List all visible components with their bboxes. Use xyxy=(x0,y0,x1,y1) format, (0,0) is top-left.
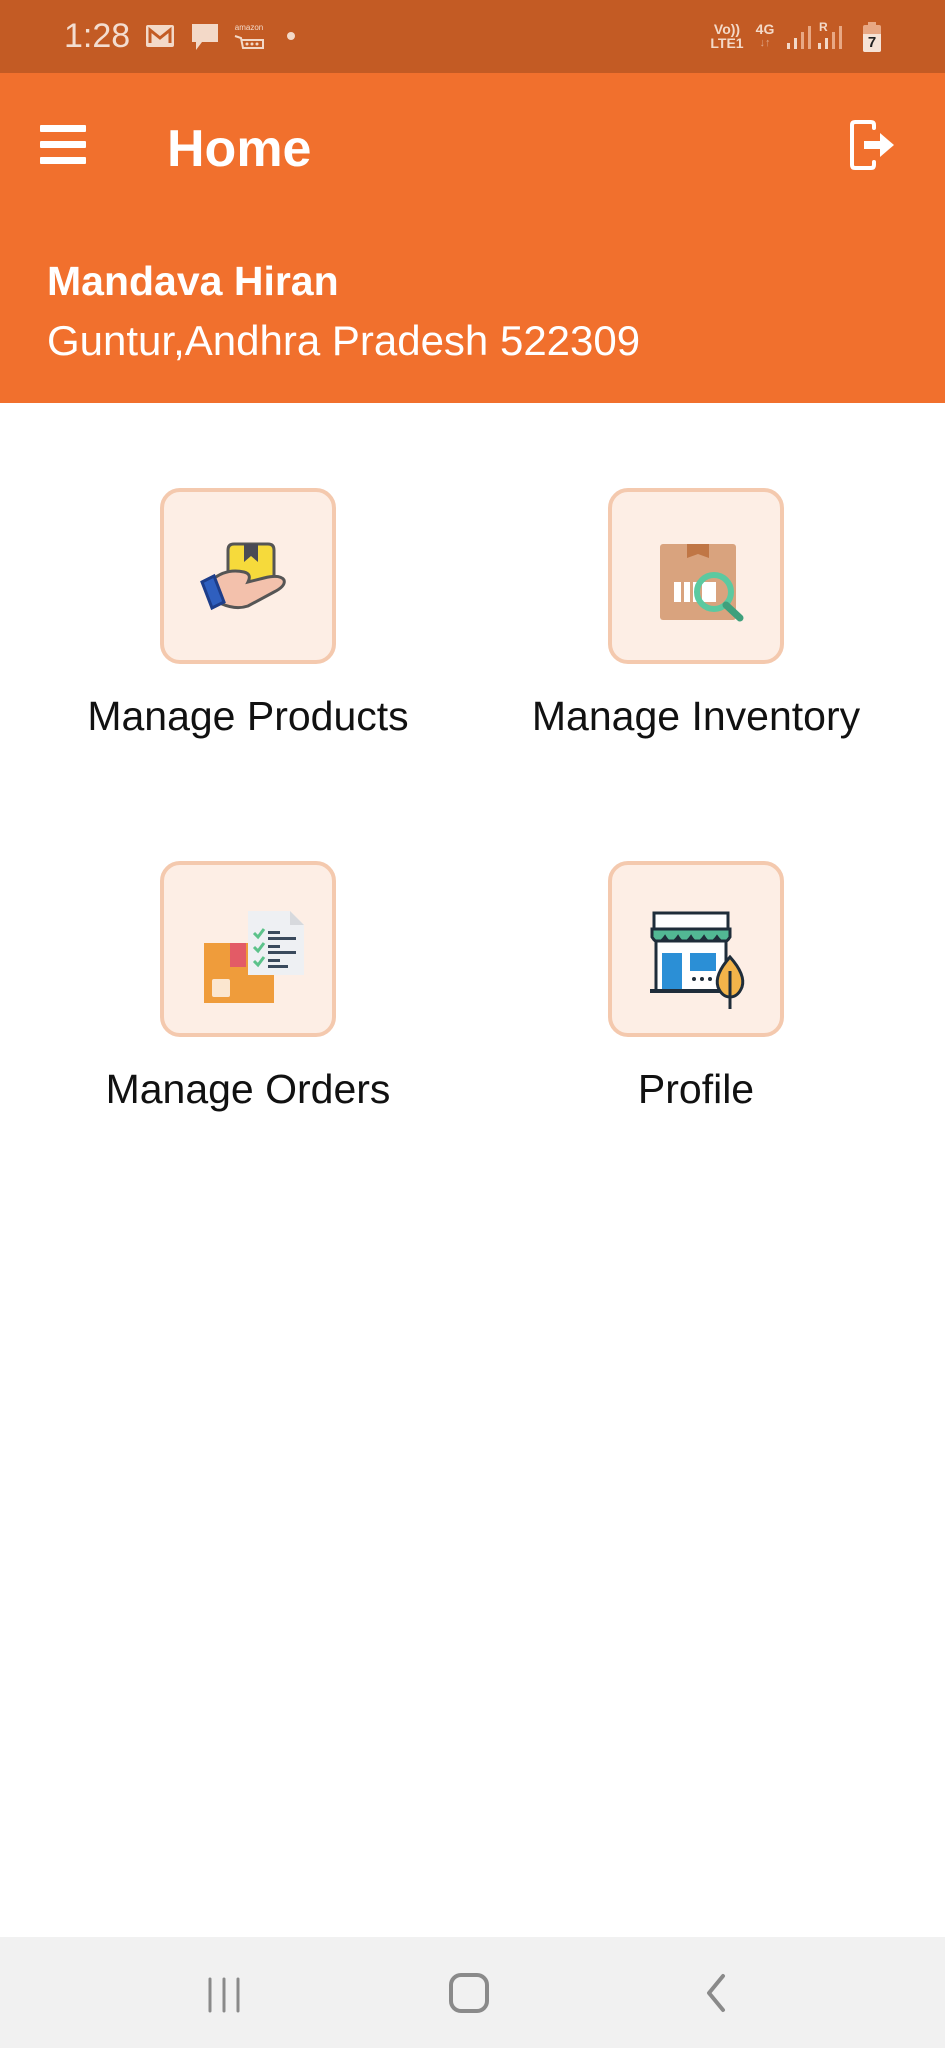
app-bar: Home Mandava Hiran Guntur,Andhra Pradesh… xyxy=(0,73,945,403)
message-icon xyxy=(192,24,218,50)
battery-charging-icon: 7 xyxy=(863,22,881,52)
manage-products-tile xyxy=(160,488,336,664)
manage-inventory-tile xyxy=(608,488,784,664)
lte-label: LTE1 xyxy=(710,35,744,51)
logout-button[interactable] xyxy=(848,120,896,170)
status-bar: 1:28 amazon Vo)) LTE1 4G ↓↑ R 7 xyxy=(0,0,945,73)
back-button[interactable] xyxy=(655,1937,775,2048)
recent-apps-icon xyxy=(208,1977,240,2013)
home-icon xyxy=(449,1973,489,2013)
manage-inventory-button[interactable]: Manage Inventory xyxy=(476,488,916,788)
4g-data-icon: 4G ↓↑ xyxy=(753,22,777,50)
box-search-icon xyxy=(660,544,744,622)
menu-button[interactable] xyxy=(40,125,86,165)
manage-products-label: Manage Products xyxy=(87,693,409,739)
box-checklist-icon xyxy=(204,911,304,1003)
gmail-icon xyxy=(146,25,174,47)
network-label: 4G xyxy=(755,21,775,37)
system-nav-bar xyxy=(0,1937,945,2048)
profile-tile xyxy=(608,861,784,1037)
store-icon xyxy=(650,911,745,1009)
recent-apps-button[interactable] xyxy=(163,1937,283,2048)
signal-icon xyxy=(787,26,811,49)
profile-button[interactable]: Profile xyxy=(476,861,916,1161)
amazon-label: amazon xyxy=(234,23,264,32)
amazon-icon: amazon xyxy=(233,24,265,52)
user-address: Guntur,Andhra Pradesh 522309 xyxy=(47,317,641,364)
battery-level: 7 xyxy=(867,34,877,51)
manage-orders-label: Manage Orders xyxy=(105,1066,391,1112)
profile-label: Profile xyxy=(637,1066,755,1112)
manage-orders-button[interactable]: Manage Orders xyxy=(28,861,468,1161)
manage-products-button[interactable]: Manage Products xyxy=(28,488,468,788)
manage-orders-tile xyxy=(160,861,336,1037)
manage-inventory-label: Manage Inventory xyxy=(531,693,861,739)
logout-icon xyxy=(850,120,894,170)
volte-label: Vo)) xyxy=(713,21,741,37)
status-time: 1:28 xyxy=(64,17,131,55)
back-icon xyxy=(707,1974,725,2012)
hand-box-icon xyxy=(200,542,286,611)
user-name: Mandava Hiran xyxy=(47,258,339,304)
notification-dot-icon xyxy=(287,32,295,40)
roaming-signal-icon: R xyxy=(817,20,845,50)
volte-lte1-icon: Vo)) LTE1 xyxy=(708,22,746,50)
page-title: Home xyxy=(167,120,312,178)
home-button[interactable] xyxy=(409,1937,529,2048)
